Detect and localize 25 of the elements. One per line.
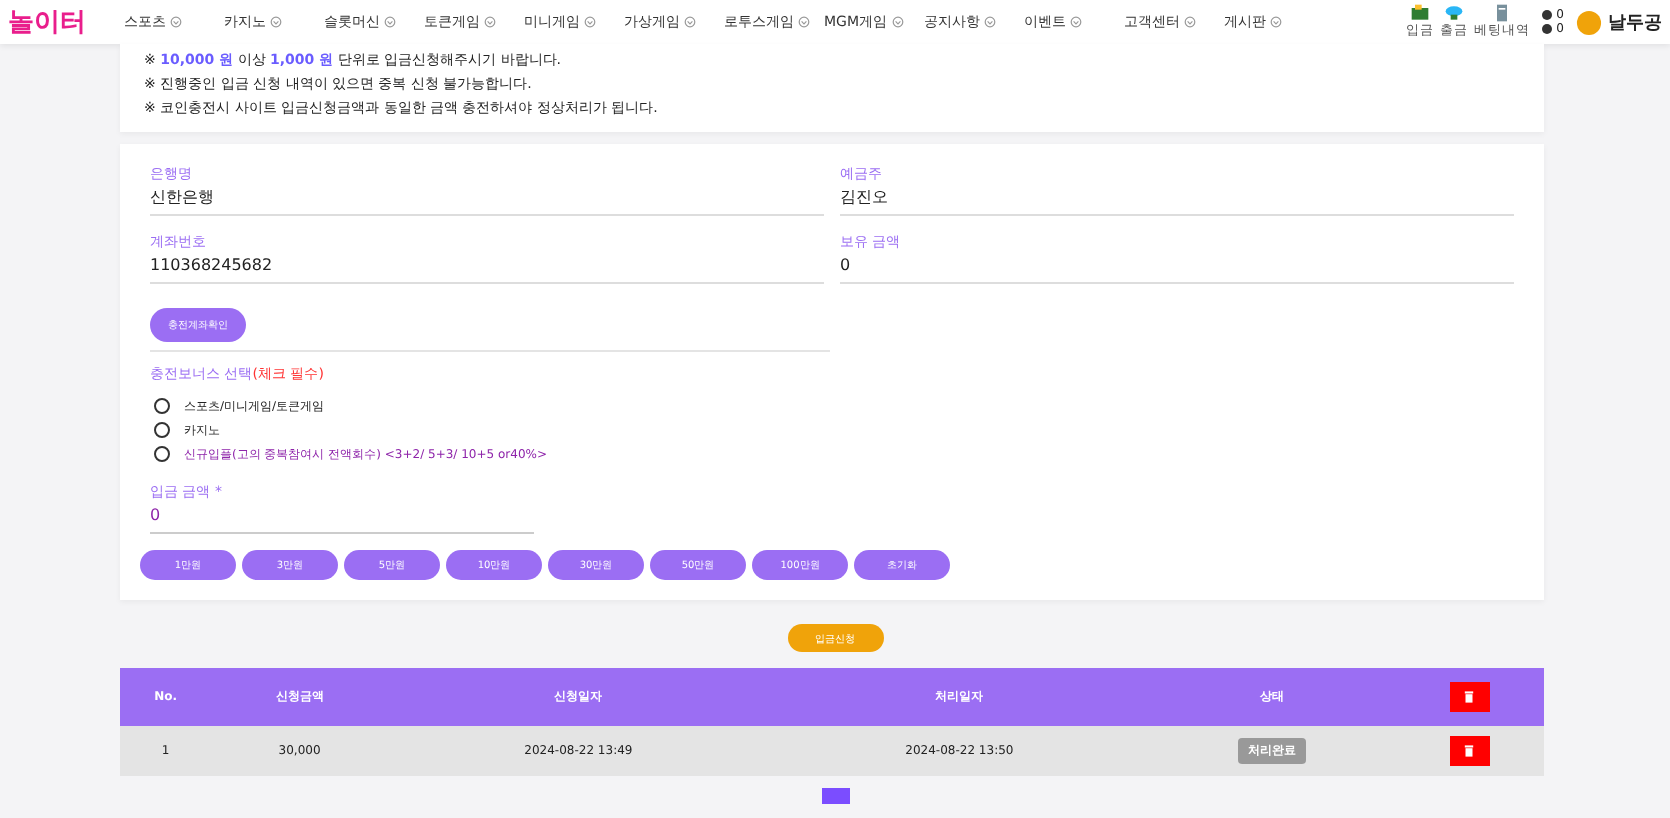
- chevron-down-icon: [798, 16, 810, 28]
- chevron-down-icon: [891, 16, 904, 28]
- radio-button[interactable]: [154, 446, 170, 462]
- delete-all-button[interactable]: [1449, 682, 1490, 712]
- site-logo[interactable]: 놀이터: [8, 4, 124, 40]
- chevron-down-icon: [1270, 16, 1282, 28]
- page-indicator[interactable]: [821, 788, 849, 804]
- chevron-down-icon: [270, 16, 282, 28]
- chevron-down-icon: [384, 16, 396, 28]
- trash-icon: [1462, 690, 1477, 704]
- cloud-icon: [1444, 4, 1465, 22]
- chevron-down-icon: [984, 16, 996, 28]
- radio-button[interactable]: [154, 422, 170, 438]
- cash-icon: [1410, 4, 1431, 22]
- radio-button[interactable]: [154, 398, 170, 414]
- username[interactable]: 날두공: [1608, 9, 1662, 35]
- level-badge-icon: [1576, 9, 1602, 35]
- trash-icon: [1462, 744, 1477, 758]
- chevron-down-icon: [170, 16, 182, 28]
- chevron-down-icon: [684, 16, 696, 28]
- chevron-down-icon: [1184, 16, 1196, 28]
- chevron-down-icon: [584, 16, 596, 28]
- chevron-down-icon: [484, 16, 496, 28]
- chevron-down-icon: [1070, 16, 1082, 28]
- delete-button[interactable]: [1449, 736, 1490, 766]
